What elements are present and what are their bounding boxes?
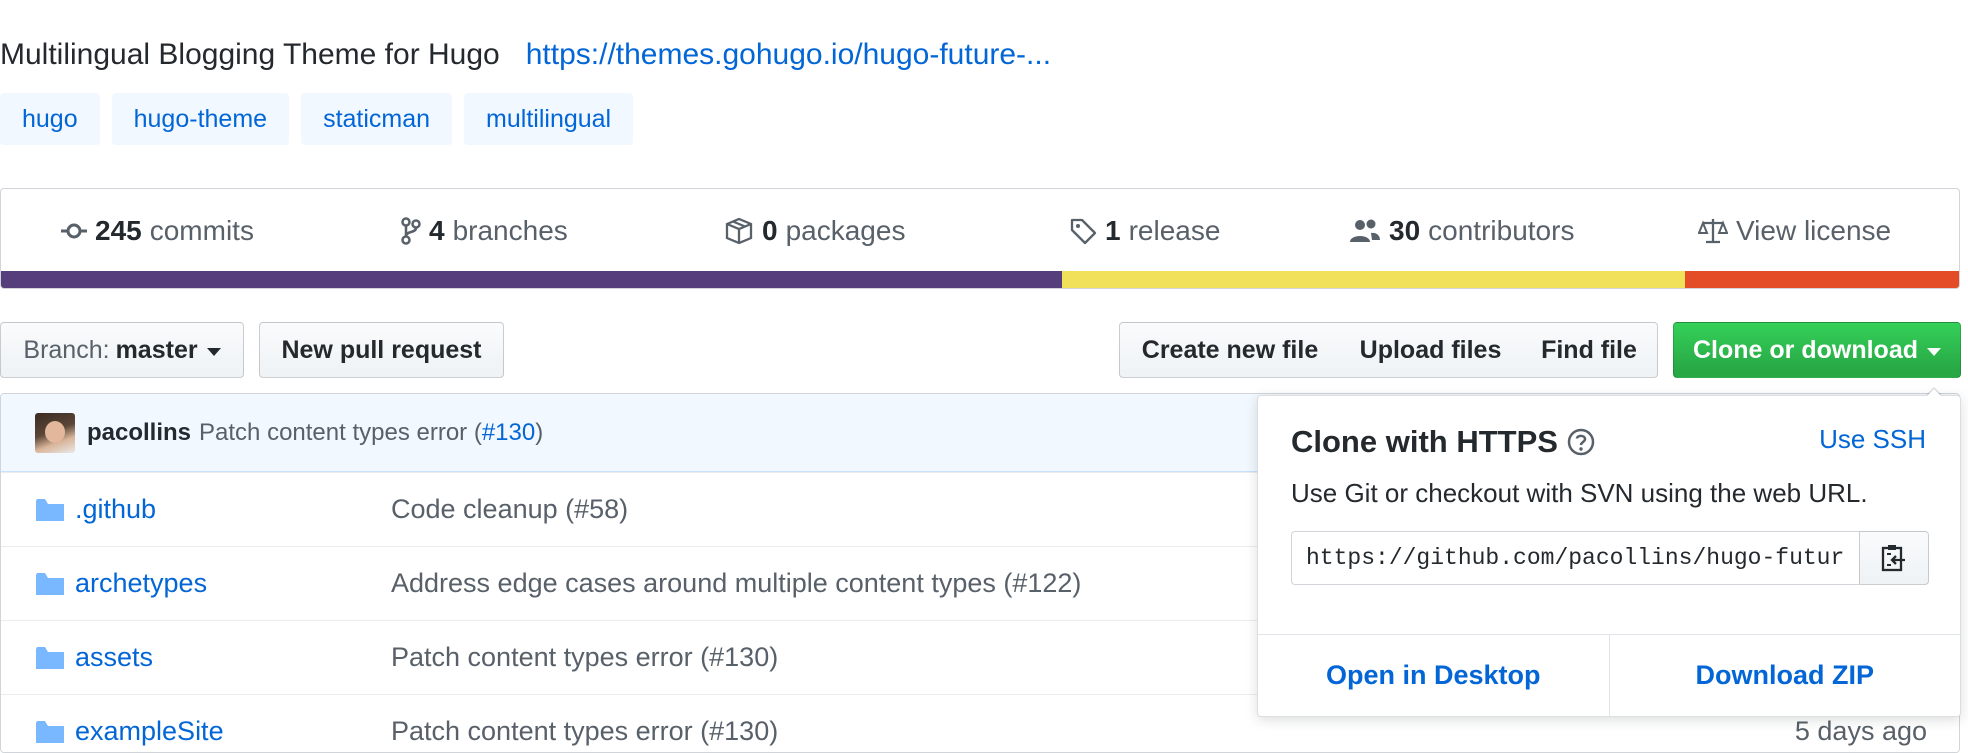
avatar[interactable] bbox=[35, 412, 75, 453]
download-zip-button[interactable]: Download ZIP bbox=[1608, 635, 1961, 716]
file-name[interactable]: assets bbox=[75, 642, 153, 673]
clone-or-download-label: Clone or download bbox=[1693, 335, 1918, 364]
language-segment[interactable] bbox=[1062, 271, 1685, 288]
language-segment[interactable] bbox=[1684, 271, 1959, 288]
commit-message[interactable]: Patch content types error (#130) bbox=[199, 419, 543, 447]
topic-tag[interactable]: multilingual bbox=[464, 93, 634, 145]
branches-count: 4 bbox=[429, 215, 445, 246]
commits-label: commits bbox=[149, 215, 254, 246]
caret-down-icon bbox=[1927, 347, 1941, 356]
repo-summary: 245 commits 4 branches 0 packages 1 rele… bbox=[0, 188, 1960, 289]
clone-url-input[interactable] bbox=[1291, 531, 1859, 585]
copy-to-clipboard-button[interactable] bbox=[1859, 531, 1929, 585]
package-icon bbox=[725, 217, 753, 245]
license-link[interactable]: View license bbox=[1698, 189, 1891, 273]
file-name[interactable]: archetypes bbox=[75, 568, 207, 599]
commits-link[interactable]: 245 commits bbox=[61, 189, 254, 273]
use-ssh-link[interactable]: Use SSH bbox=[1819, 424, 1926, 455]
branch-icon bbox=[401, 217, 421, 245]
topic-tag[interactable]: hugo bbox=[0, 93, 100, 145]
branch-name: master bbox=[115, 335, 198, 364]
file-commit-message[interactable]: Address edge cases around multiple conte… bbox=[391, 568, 1081, 599]
topic-tag[interactable]: staticman bbox=[301, 93, 453, 145]
clone-help-text: Use Git or checkout with SVN using the w… bbox=[1291, 478, 1868, 508]
question-icon[interactable] bbox=[1566, 427, 1596, 457]
folder-icon bbox=[36, 573, 64, 595]
clone-title-text: Clone with HTTPS bbox=[1291, 424, 1558, 459]
commit-icon bbox=[61, 223, 87, 239]
clone-or-download-button[interactable]: Clone or download bbox=[1673, 322, 1961, 378]
people-icon bbox=[1350, 219, 1380, 242]
commit-message-end: ) bbox=[535, 418, 544, 446]
file-name[interactable]: .github bbox=[75, 494, 156, 525]
repo-website-link[interactable]: https://themes.gohugo.io/hugo-future-... bbox=[526, 38, 1051, 72]
file-commit-message[interactable]: Patch content types error (#130) bbox=[391, 642, 778, 673]
contributors-count: 30 bbox=[1389, 215, 1421, 246]
clone-url-group bbox=[1291, 531, 1929, 585]
upload-files-button[interactable]: Upload files bbox=[1339, 322, 1523, 378]
language-segment[interactable] bbox=[1, 271, 1063, 288]
releases-label: release bbox=[1128, 215, 1221, 246]
repo-description: Multilingual Blogging Theme for Hugo bbox=[0, 38, 500, 71]
open-in-desktop-button[interactable]: Open in Desktop bbox=[1258, 635, 1609, 716]
license-label: View license bbox=[1736, 215, 1892, 246]
folder-icon bbox=[36, 499, 64, 521]
caret-down-icon bbox=[206, 347, 221, 356]
folder-icon bbox=[36, 721, 64, 743]
repo-description-row: Multilingual Blogging Theme for Hugo htt… bbox=[0, 30, 1051, 80]
topics-list: hugo hugo-theme staticman multilingual bbox=[0, 93, 634, 145]
packages-link[interactable]: 0 packages bbox=[724, 189, 905, 273]
new-pull-request-button[interactable]: New pull request bbox=[259, 322, 504, 378]
clone-dropdown-title: Clone with HTTPS bbox=[1291, 424, 1596, 460]
releases-count: 1 bbox=[1105, 215, 1121, 246]
create-new-file-button[interactable]: Create new file bbox=[1119, 322, 1341, 378]
commit-author[interactable]: pacollins bbox=[87, 419, 191, 447]
find-file-button[interactable]: Find file bbox=[1521, 322, 1658, 378]
law-icon bbox=[1698, 219, 1728, 244]
commit-message-text: Patch content types error ( bbox=[199, 418, 482, 446]
contributors-label: contributors bbox=[1428, 215, 1575, 246]
contributors-link[interactable]: 30 contributors bbox=[1349, 189, 1574, 273]
clone-dropdown-actions: Open in Desktop Download ZIP bbox=[1258, 634, 1960, 716]
topic-tag[interactable]: hugo-theme bbox=[111, 93, 290, 145]
clippy-icon bbox=[1881, 545, 1905, 572]
branch-select-button[interactable]: Branch: master bbox=[0, 322, 244, 378]
branches-link[interactable]: 4 branches bbox=[401, 189, 568, 273]
releases-link[interactable]: 1 release bbox=[1069, 189, 1220, 273]
branch-prefix: Branch: bbox=[23, 335, 110, 364]
file-commit-message[interactable]: Code cleanup (#58) bbox=[391, 494, 628, 525]
commits-count: 245 bbox=[95, 215, 142, 246]
packages-count: 0 bbox=[762, 215, 778, 246]
branches-label: branches bbox=[452, 215, 568, 246]
clone-dropdown: Clone with HTTPS Use SSH Use Git or chec… bbox=[1257, 387, 1961, 717]
language-bar[interactable] bbox=[1, 271, 1959, 288]
packages-label: packages bbox=[785, 215, 906, 246]
commit-pr-link[interactable]: #130 bbox=[482, 419, 535, 446]
tag-icon bbox=[1070, 218, 1097, 245]
folder-icon bbox=[36, 647, 64, 669]
